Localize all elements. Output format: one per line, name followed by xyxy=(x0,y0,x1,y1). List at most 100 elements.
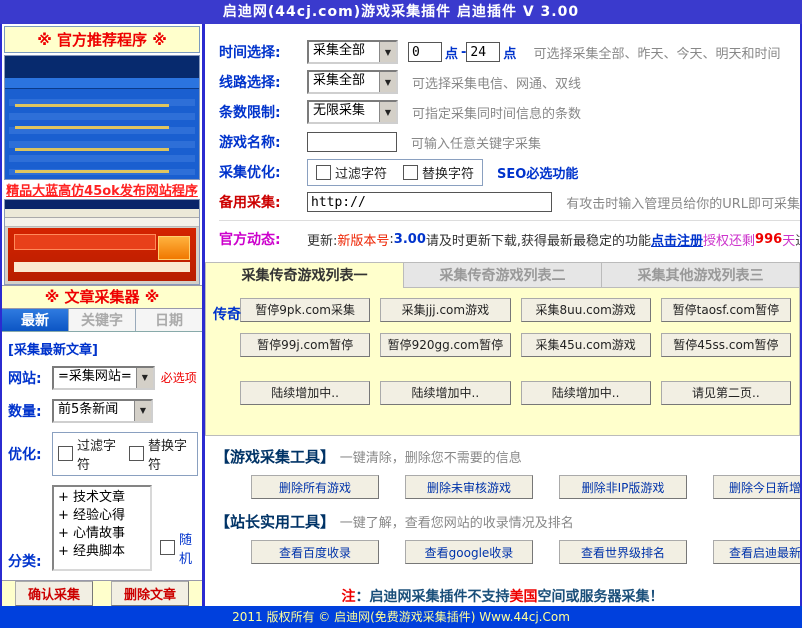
footnote-colon: ： xyxy=(356,589,370,605)
category-item[interactable]: + 经典脚本 xyxy=(58,543,146,561)
sidebar-tab-keyword[interactable]: 关键字 xyxy=(69,309,136,331)
sidebar-tab-latest[interactable]: 最新 xyxy=(2,309,69,331)
category-listbox[interactable]: + 技术文章 + 经验心得 + 心情故事 + 经典脚本 xyxy=(52,485,152,571)
limit-select[interactable]: 无限采集 ▼ xyxy=(307,100,398,124)
game-tab-other-list-3[interactable]: 采集其他游戏列表三 xyxy=(602,262,800,288)
category-row: 分类: + 技术文章 + 经验心得 + 心情故事 + 经典脚本 随机 xyxy=(6,485,198,571)
check-baidu-index-button[interactable]: 查看百度收录 xyxy=(251,540,379,564)
legend-side-label: 传奇 xyxy=(213,304,241,324)
dropdown-arrow-icon: ▼ xyxy=(134,401,151,421)
category-item[interactable]: + 经验心得 xyxy=(58,507,146,525)
game-list-tabs: 采集传奇游戏列表一 采集传奇游戏列表二 采集其他游戏列表三 xyxy=(205,262,800,288)
game-button-grid: 暂停9pk.com采集 采集jjj.com游戏 采集8uu.com游戏 暂停ta… xyxy=(240,298,791,405)
copyright-bar: 2011 版权所有 © 启迪网(免费游戏采集插件) Www.44cj.Com xyxy=(0,606,802,628)
thumb-text-line xyxy=(15,126,169,129)
game-source-button[interactable]: 暂停9pk.com采集 xyxy=(240,298,370,322)
sidebar-form: [采集最新文章] 网站: =采集网站= ▼ 必选项 数量: 前5条新闻 ▼ xyxy=(2,332,202,580)
dropdown-arrow-icon: ▼ xyxy=(379,42,396,62)
delete-non-ip-games-button[interactable]: 删除非IP版游戏 xyxy=(559,475,687,499)
thumb-menubar xyxy=(5,209,199,218)
game-next-page-button[interactable]: 请见第二页.. xyxy=(661,381,791,405)
promo-screenshot-blue-site[interactable] xyxy=(4,55,200,180)
category-item[interactable]: + 技术文章 xyxy=(58,489,146,507)
main-replace-chars-option[interactable]: 替换字符 xyxy=(403,163,474,182)
window-body: ※ 官方推荐程序 ※ 精品大蓝高仿45ok发布网站程序 xyxy=(2,24,800,606)
random-option[interactable]: 随机 xyxy=(160,529,198,567)
webmaster-tools-title: 【站长实用工具】 xyxy=(215,513,335,531)
register-link[interactable]: 点击注册 xyxy=(651,230,703,249)
delete-article-button[interactable]: 删除文章 xyxy=(111,581,189,606)
backup-label: 备用采集: xyxy=(219,192,307,212)
optimize-options: 过滤字符 替换字符 xyxy=(52,432,198,476)
news-update-text: 更新: xyxy=(307,230,337,249)
time-label: 时间选择: xyxy=(219,42,307,62)
official-news-row: 官方动态: 更新: 新版本号 : 3.00 请及时更新下载,获得最新最稳定的功能… xyxy=(219,220,800,252)
collect-optimize-row: 采集优化: 过滤字符 替换字符 SEO必选功能 xyxy=(219,160,800,184)
delete-all-games-button[interactable]: 删除所有游戏 xyxy=(251,475,379,499)
game-source-button[interactable]: 暂停taosf.com暂停 xyxy=(661,298,791,322)
sidebar-section-title: [采集最新文章] xyxy=(8,339,198,358)
game-tab-legend-list-1[interactable]: 采集传奇游戏列表一 xyxy=(205,262,404,288)
confirm-collect-button[interactable]: 确认采集 xyxy=(15,581,93,606)
dropdown-arrow-icon: ▼ xyxy=(136,368,153,388)
delete-unreviewed-games-button[interactable]: 删除未审核游戏 xyxy=(405,475,533,499)
count-select-value: 前5条新闻 xyxy=(54,401,134,421)
webmaster-tools-header: 【站长实用工具】 一键了解，查看您网站的收录情况及排名 xyxy=(215,511,790,532)
random-checkbox[interactable] xyxy=(160,540,175,555)
site-row: 网站: =采集网站= ▼ 必选项 xyxy=(6,366,198,390)
sidebar-tab-date[interactable]: 日期 xyxy=(136,309,202,331)
line-row: 线路选择: 采集全部 ▼ 可选择采集电信、网通、双线 xyxy=(219,70,800,94)
game-source-button[interactable]: 采集45u.com游戏 xyxy=(521,333,651,357)
game-source-button[interactable]: 采集jjj.com游戏 xyxy=(380,298,510,322)
seo-note: SEO必选功能 xyxy=(497,163,578,182)
grid-spacer xyxy=(240,368,791,370)
check-qidi-news-button[interactable]: 查看启迪最新动态 xyxy=(713,540,800,564)
main-filter-chars-option[interactable]: 过滤字符 xyxy=(316,163,387,182)
main-replace-chars-checkbox[interactable] xyxy=(403,165,418,180)
game-source-button[interactable]: 采集8uu.com游戏 xyxy=(521,298,651,322)
footnote-prefix: 注 xyxy=(342,589,356,605)
replace-chars-option[interactable]: 替换字符 xyxy=(129,435,192,473)
time-select[interactable]: 采集全部 ▼ xyxy=(307,40,398,64)
category-item[interactable]: + 心情故事 xyxy=(58,525,146,543)
filter-chars-checkbox[interactable] xyxy=(58,446,73,461)
line-select-value: 采集全部 xyxy=(309,72,379,92)
game-tools-section: 【游戏采集工具】 一键清除，删除您不需要的信息 删除所有游戏 删除未审核游戏 删… xyxy=(205,436,800,509)
official-news-label: 官方动态: xyxy=(219,229,307,249)
time-hint: 可选择采集全部、昨天、今天、明天和时间 xyxy=(533,43,780,62)
check-google-index-button[interactable]: 查看google收录 xyxy=(405,540,533,564)
backup-url-input[interactable] xyxy=(307,192,552,212)
game-source-button[interactable]: 陆续增加中.. xyxy=(380,381,510,405)
game-tab-legend-list-2[interactable]: 采集传奇游戏列表二 xyxy=(404,262,602,288)
game-source-button[interactable]: 暂停920gg.com暂停 xyxy=(380,333,510,357)
game-source-button[interactable]: 陆续增加中.. xyxy=(240,381,370,405)
backup-row: 备用采集: 有攻击时输入管理员给你的URL即可采集 xyxy=(219,190,800,214)
promo-screenshot-red-site[interactable] xyxy=(4,199,200,285)
delete-today-games-button[interactable]: 删除今日新增游戏 xyxy=(713,475,800,499)
game-source-button[interactable]: 陆续增加中.. xyxy=(521,381,651,405)
promo-caption-link[interactable]: 精品大蓝高仿45ok发布网站程序 xyxy=(2,180,202,199)
time-from-unit: 点 xyxy=(445,43,458,62)
main-filter-chars-checkbox[interactable] xyxy=(316,165,331,180)
count-select[interactable]: 前5条新闻 ▼ xyxy=(52,399,153,423)
auth-day-unit: 天 xyxy=(782,230,795,249)
line-select[interactable]: 采集全部 ▼ xyxy=(307,70,398,94)
site-select[interactable]: =采集网站= ▼ xyxy=(52,366,155,390)
thumb-banner xyxy=(14,234,156,250)
game-name-input[interactable] xyxy=(307,132,397,152)
sidebar: ※ 官方推荐程序 ※ 精品大蓝高仿45ok发布网站程序 xyxy=(2,24,205,606)
game-source-button[interactable]: 暂停45ss.com暂停 xyxy=(661,333,791,357)
sidebar-actions: 确认采集 删除文章 xyxy=(2,580,202,606)
sidebar-tabs: 最新 关键字 日期 xyxy=(2,309,202,332)
thumb-addressbar xyxy=(5,218,199,227)
time-to-input[interactable] xyxy=(466,42,500,62)
site-label: 网站: xyxy=(8,368,52,388)
replace-chars-checkbox[interactable] xyxy=(129,446,144,461)
title-bar: 启迪网(44cj.com)游戏采集插件 启迪插件 Ⅴ 3.00 xyxy=(0,0,802,24)
optimize-row: 优化: 过滤字符 替换字符 xyxy=(6,432,198,476)
check-world-rank-button[interactable]: 查看世界级排名 xyxy=(559,540,687,564)
time-from-input[interactable] xyxy=(408,42,442,62)
game-source-button[interactable]: 暂停99j.com暂停 xyxy=(240,333,370,357)
filter-chars-option[interactable]: 过滤字符 xyxy=(58,435,121,473)
thumb-content xyxy=(8,228,196,281)
